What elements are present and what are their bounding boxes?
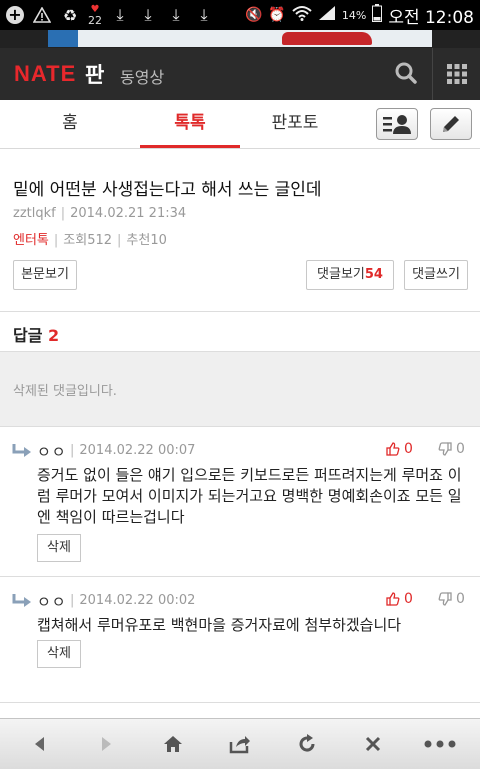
delete-button[interactable]: 삭제 (37, 640, 81, 668)
ad-car-image (282, 32, 372, 45)
notification-count: ♥ 22 (88, 4, 102, 27)
download-icon: ⤓ (144, 5, 152, 24)
back-icon[interactable] (20, 727, 60, 761)
reply-author: ㅇㅇ (37, 593, 67, 611)
home-icon[interactable] (153, 727, 193, 761)
alarm-icon: ⏰ (268, 7, 286, 23)
deleted-comment-text: 삭제된 댓글입니다. (13, 384, 117, 399)
write-comment-button[interactable]: 댓글쓰기 (404, 260, 468, 290)
dislike-count: 0 (456, 441, 465, 457)
reply-datetime-text: 2014.02.22 00:02 (79, 593, 196, 608)
tab-bar: 홈 톡톡 판포토 (0, 100, 480, 149)
thumbs-up-icon (386, 442, 400, 456)
view-comments-button[interactable]: 댓글보기54 (306, 260, 394, 290)
reply-datetime: | 2014.02.22 00:07 (70, 443, 195, 458)
meta-separator: | (70, 593, 75, 608)
thumbs-down-icon (438, 442, 452, 456)
replies-header: 답글 2 (0, 312, 480, 350)
share-icon[interactable] (220, 727, 260, 761)
article-header: 밑에 어떤분 사생접는다고 해서 쓰는 글인데 zztlqkf | 2014.02.… (0, 149, 480, 312)
status-bar-notifications: + ♻ ♥ 22 ⤓ ⤓ ⤓ ⤓ (6, 4, 214, 26)
meta-separator: | (53, 233, 59, 248)
reply-arrow-icon (12, 594, 31, 607)
meta-separator: | (117, 233, 122, 248)
comment-count: 54 (364, 267, 383, 282)
meta-separator: | (70, 443, 75, 458)
signal-icon (318, 5, 336, 25)
meta-separator: | (60, 206, 66, 221)
refresh-icon[interactable] (287, 727, 327, 761)
reply-item: ㅇㅇ | 2014.02.22 00:02 0 0 캡쳐해서 루머유포로 백현마을… (0, 577, 480, 703)
article-stats: 엔터톡 | 조회512 | 추천10 (13, 229, 167, 248)
reply-text: 캡쳐해서 루머유포로 백현마을 증거자료에 첨부하겠습니다 (37, 616, 402, 634)
reply-datetime: | 2014.02.22 00:02 (70, 593, 195, 608)
article-views: 조회512 (63, 233, 113, 248)
article-datetime: 2014.02.21 21:34 (70, 206, 187, 221)
recycle-icon: ♻ (62, 5, 78, 25)
thumbs-up-icon (386, 592, 400, 606)
my-list-button[interactable] (376, 108, 418, 140)
ad-banner[interactable] (0, 30, 480, 48)
dislike-button[interactable]: 0 (438, 441, 465, 457)
article-meta: zztlqkf | 2014.02.21 21:34 (13, 206, 186, 221)
reply-author: ㅇㅇ (37, 443, 67, 461)
reply-arrow-icon (12, 444, 31, 457)
replies-title: 답글 2 (13, 322, 59, 346)
thumbs-down-icon (438, 592, 452, 606)
tab-panphoto[interactable]: 판포토 (240, 100, 350, 148)
wifi-icon (292, 5, 312, 25)
add-icon: + (6, 6, 24, 24)
article-title[interactable]: 밑에 어떤분 사생접는다고 해서 쓰는 글인데 (13, 175, 322, 200)
ad-decoration (48, 30, 78, 47)
article-author: zztlqkf (13, 206, 56, 221)
deleted-comment: 삭제된 댓글입니다. (0, 351, 480, 427)
video-link[interactable]: 동영상 (120, 64, 164, 88)
reply-datetime-text: 2014.02.22 00:07 (79, 443, 196, 458)
warning-icon (32, 5, 52, 25)
view-comments-label: 댓글보기 (317, 267, 365, 282)
download-icon: ⤓ (200, 5, 208, 24)
download-icon: ⤓ (172, 5, 180, 24)
replies-count: 2 (48, 326, 60, 345)
article-category[interactable]: 엔터톡 (13, 233, 49, 248)
grid-menu-icon[interactable] (440, 56, 474, 92)
like-button[interactable]: 0 (386, 441, 413, 457)
tab-home[interactable]: 홈 (0, 100, 140, 148)
tab-toktok[interactable]: 톡톡 (140, 100, 240, 148)
delete-button[interactable]: 삭제 (37, 534, 81, 562)
search-icon[interactable] (384, 56, 428, 92)
ad-image[interactable] (48, 30, 432, 47)
header-divider (432, 48, 433, 100)
mute-icon: 🔇 (244, 7, 263, 23)
write-post-button[interactable] (430, 108, 472, 140)
download-icon: ⤓ (116, 5, 124, 24)
reply-text: 증거도 없이 들은 얘기 입으로든 키보드로든 퍼뜨려지는게 루머죠 이럼 루머… (37, 466, 462, 526)
pencil-icon (443, 116, 459, 132)
reply-item: ㅇㅇ | 2014.02.22 00:07 0 0 증거도 없이 들은 얘기 입으… (0, 427, 480, 577)
status-bar-system: 🔇 ⏰ 14% 오전 12:08 (244, 4, 474, 28)
user-list-icon (383, 115, 411, 134)
battery-icon (372, 4, 383, 26)
replies-label: 답글 (13, 326, 43, 345)
dislike-count: 0 (456, 591, 465, 607)
app-header: NATE 판 동영상 (0, 48, 480, 100)
dislike-button[interactable]: 0 (438, 591, 465, 607)
view-body-button[interactable]: 본문보기 (13, 260, 77, 290)
like-button[interactable]: 0 (386, 591, 413, 607)
like-count: 0 (404, 441, 413, 457)
browser-toolbar (0, 718, 480, 769)
close-icon[interactable] (353, 727, 393, 761)
clock: 오전 12:08 (388, 7, 474, 28)
notification-count-text: 22 (88, 14, 102, 27)
forward-icon[interactable] (86, 727, 126, 761)
article-recommends: 추천10 (126, 233, 167, 248)
like-count: 0 (404, 591, 413, 607)
pann-logo[interactable]: 판 (85, 59, 104, 89)
nate-logo[interactable]: NATE (14, 61, 76, 87)
more-icon[interactable] (420, 727, 460, 761)
status-bar: + ♻ ♥ 22 ⤓ ⤓ ⤓ ⤓ 🔇 ⏰ 14% 오전 12:08 (0, 0, 480, 30)
battery-level: 14% (341, 8, 367, 22)
